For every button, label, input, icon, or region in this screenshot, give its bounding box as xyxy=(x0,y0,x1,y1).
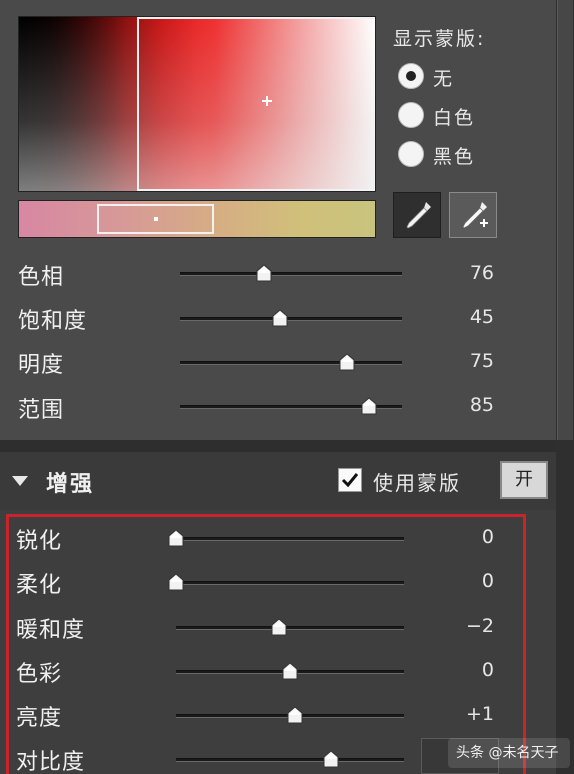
slider-label-range: 范围 xyxy=(18,398,65,423)
slider-value-hue: 76 xyxy=(469,262,494,284)
display-mask-title: 显示蒙版: xyxy=(393,28,486,50)
eyedropper-plus-icon xyxy=(462,202,488,229)
slider-value-warmth: −2 xyxy=(465,615,494,637)
slider-track-warmth[interactable] xyxy=(176,626,404,630)
slider-label-brightness: 亮度 xyxy=(16,706,63,731)
slider-label-saturation: 饱和度 xyxy=(18,309,88,334)
slider-thumb-color[interactable] xyxy=(282,662,298,680)
slider-track-contrast[interactable] xyxy=(176,758,404,762)
radio-black-label[interactable]: 黑色 xyxy=(433,142,475,169)
use-mask-checkbox[interactable] xyxy=(338,468,362,492)
watermark: 头条 @未名天子 xyxy=(448,738,570,768)
slider-track-saturation[interactable] xyxy=(180,317,402,321)
slider-value-soften: 0 xyxy=(481,570,494,592)
radio-none[interactable] xyxy=(398,63,424,89)
slider-label-color: 色彩 xyxy=(16,662,63,687)
enhance-title: 增强 xyxy=(46,472,95,497)
slider-thumb-warmth[interactable] xyxy=(271,618,287,636)
slider-label-hue: 色相 xyxy=(18,265,65,290)
slider-thumb-soften[interactable] xyxy=(168,573,184,591)
slider-track-sharpen[interactable] xyxy=(176,537,404,541)
slider-thumb-brightness[interactable] xyxy=(287,706,303,724)
slider-thumb-range[interactable] xyxy=(361,397,377,415)
radio-white[interactable] xyxy=(398,102,424,128)
collapse-triangle-icon[interactable] xyxy=(12,476,28,486)
eyedropper-button[interactable] xyxy=(393,192,441,238)
slider-label-soften: 柔化 xyxy=(16,573,63,598)
slider-label-warmth: 暖和度 xyxy=(16,618,86,643)
slider-label-contrast: 对比度 xyxy=(16,750,86,774)
use-mask-label[interactable]: 使用蒙版 xyxy=(373,467,461,496)
color-field[interactable] xyxy=(18,16,376,192)
slider-value-color: 0 xyxy=(481,659,494,681)
slider-label-sharpen: 锐化 xyxy=(16,529,63,554)
radio-black[interactable] xyxy=(398,141,424,167)
crosshair-icon xyxy=(262,96,272,106)
checkmark-icon xyxy=(341,473,359,488)
highlight-frame xyxy=(6,514,526,774)
slider-value-sharpen: 0 xyxy=(481,526,494,548)
radio-none-label[interactable]: 无 xyxy=(433,64,454,91)
eyedropper-plus-button[interactable] xyxy=(449,192,497,238)
slider-track-hue[interactable] xyxy=(180,272,402,276)
slider-value-brightness: +1 xyxy=(465,703,494,725)
radio-selected-dot xyxy=(406,71,416,81)
slider-thumb-lightness[interactable] xyxy=(339,353,355,371)
eyedropper-icon xyxy=(406,202,431,229)
hue-strip[interactable] xyxy=(18,200,376,238)
slider-value-lightness: 75 xyxy=(469,350,494,372)
radio-white-label[interactable]: 白色 xyxy=(433,103,475,130)
slider-thumb-hue[interactable] xyxy=(256,264,272,282)
slider-thumb-contrast[interactable] xyxy=(323,750,339,768)
slider-thumb-saturation[interactable] xyxy=(272,309,288,327)
slider-track-soften[interactable] xyxy=(176,581,404,585)
slider-value-range: 85 xyxy=(469,394,494,416)
section-divider xyxy=(0,440,556,452)
slider-value-saturation: 45 xyxy=(469,306,494,328)
hue-marker-icon xyxy=(154,217,158,221)
enhance-toggle-button[interactable]: 开 xyxy=(500,461,548,499)
slider-track-lightness[interactable] xyxy=(180,361,402,365)
slider-thumb-sharpen[interactable] xyxy=(168,529,184,547)
scrollbar-thumb[interactable] xyxy=(557,0,573,440)
slider-label-lightness: 明度 xyxy=(18,353,65,378)
color-selection-box[interactable] xyxy=(137,17,375,191)
